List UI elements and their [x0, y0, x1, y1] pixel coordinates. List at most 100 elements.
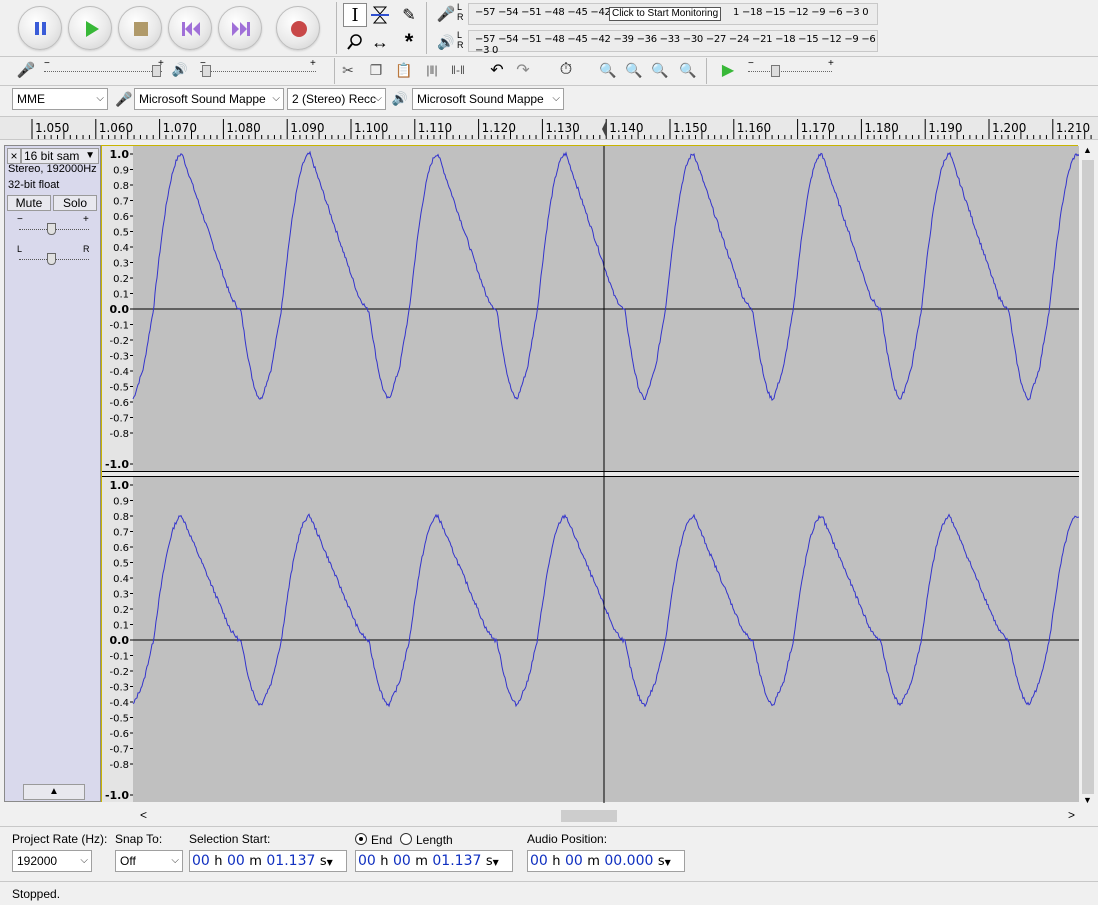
amplitude-label: -0.8: [109, 760, 129, 771]
trim-button[interactable]: |‖|: [420, 58, 444, 82]
amplitude-label: 0.9: [113, 497, 129, 508]
ruler-tick-label: 1.090: [290, 121, 325, 135]
selection-end-time[interactable]: 00 h 00 m 01.137 s▼: [355, 850, 513, 872]
fit-selection-button[interactable]: 🔍: [648, 58, 672, 82]
fit-project-button[interactable]: 🔍: [676, 58, 700, 82]
magnifier-icon: [347, 34, 362, 50]
speaker-icon: 🔊: [391, 91, 409, 106]
amplitude-label: 1.0: [110, 148, 130, 161]
slider-thumb[interactable]: [152, 65, 161, 77]
scroll-left-icon[interactable]: <: [140, 808, 147, 822]
recording-channels-select[interactable]: 2 (Stereo) Recc ⌵: [287, 88, 386, 110]
ruler-tick-label: 1.150: [673, 121, 708, 135]
amplitude-label: -0.1: [109, 321, 129, 332]
audio-host-select[interactable]: MME ⌵: [12, 88, 108, 110]
amplitude-label: 0.4: [113, 574, 129, 585]
chevron-down-icon: ⌵: [552, 93, 560, 104]
track-info-format: 32-bit float: [8, 179, 60, 191]
track-name-menu[interactable]: 16 bit sam ▼: [21, 148, 99, 164]
scroll-thumb-horizontal[interactable]: [561, 810, 617, 822]
redo-button[interactable]: ↷: [511, 58, 535, 82]
hours-unit: h: [214, 854, 223, 869]
pause-button[interactable]: [18, 6, 62, 50]
play-at-speed-button[interactable]: ▶: [716, 58, 740, 82]
ruler-tick-label: 1.140: [609, 121, 644, 135]
slider-thumb[interactable]: [202, 65, 211, 77]
play-button[interactable]: [68, 6, 112, 50]
zoom-tool[interactable]: [343, 30, 367, 54]
record-meter-mic[interactable]: 🎤: [434, 2, 458, 26]
recording-device-select[interactable]: Microsoft Sound Mappe ⌵: [134, 88, 284, 110]
collapse-track-button[interactable]: ▲: [23, 784, 85, 800]
track-control-panel[interactable]: × 16 bit sam ▼ Stereo, 192000Hz 32-bit f…: [4, 145, 101, 802]
pan-left-label: L: [17, 244, 23, 254]
solo-button[interactable]: Solo: [53, 195, 97, 211]
ruler-tick-label: 1.070: [162, 121, 197, 135]
playback-device-select[interactable]: Microsoft Sound Mappe ⌵: [412, 88, 564, 110]
multi-tool[interactable]: *: [397, 29, 421, 54]
amplitude-label: 1.0: [110, 479, 130, 492]
amplitude-label: 0.0: [110, 634, 130, 647]
horizontal-scrollbar[interactable]: < >: [138, 808, 1080, 824]
playback-volume-slider[interactable]: − +: [196, 58, 322, 80]
speaker-icon: 🔊: [171, 62, 189, 77]
mute-button[interactable]: Mute: [7, 195, 51, 211]
draw-tool[interactable]: ✎: [397, 3, 421, 27]
amplitude-label: -0.6: [109, 729, 129, 740]
sync-lock-button[interactable]: ⏱: [554, 58, 578, 82]
playback-meter-speaker[interactable]: 🔊: [434, 30, 458, 54]
ruler-tick-label: 1.130: [545, 121, 580, 135]
undo-button[interactable]: ↶: [485, 58, 509, 82]
play-speed-slider[interactable]: − +: [744, 58, 838, 80]
gain-slider-thumb[interactable]: [47, 223, 56, 235]
trim-audio-icon: |‖|: [426, 63, 438, 77]
selection-tool[interactable]: I: [343, 3, 367, 27]
recording-volume-slider[interactable]: − +: [40, 58, 166, 80]
record-meter[interactable]: −57 −54 −51 −48 −45 −42 − Click to Start…: [468, 3, 878, 25]
playback-volume-speaker: 🔊: [168, 58, 192, 82]
envelope-tool[interactable]: [368, 3, 392, 27]
scroll-down-icon[interactable]: ▼: [1083, 795, 1092, 805]
length-radio-label: Length: [416, 833, 453, 847]
record-icon: [291, 21, 307, 37]
playback-meter-scale: −57 −54 −51 −48 −45 −42 −39 −36 −33 −30 …: [475, 34, 876, 56]
amplitude-label: -0.5: [109, 714, 129, 725]
zoom-in-button[interactable]: 🔍: [596, 58, 620, 82]
skip-to-end-button[interactable]: [218, 6, 262, 50]
pan-slider[interactable]: L R: [17, 244, 91, 266]
timeline-ruler[interactable]: 1.050 1.060 1.070 1.080 1.090 1.100 1.110 1.120…: [0, 116, 1098, 140]
waveform-area[interactable]: 1.0 0.9 0.8 0.7 0.6 0.5 0.4 0.3 0.2 0.1 0.0 -0.1 -0.…: [101, 145, 1079, 803]
amplitude-label: 0.2: [113, 274, 129, 285]
cut-button[interactable]: ✂: [336, 58, 360, 82]
stop-icon: [134, 22, 148, 36]
skip-to-start-button[interactable]: [168, 6, 212, 50]
amplitude-label: -0.2: [109, 336, 129, 347]
slider-thumb[interactable]: [771, 65, 780, 77]
pan-slider-thumb[interactable]: [47, 253, 56, 265]
monitor-tooltip[interactable]: Click to Start Monitoring: [609, 7, 722, 21]
meter-channel-label: R: [457, 40, 464, 50]
paste-button[interactable]: 📋: [392, 58, 416, 82]
track-close-button[interactable]: ×: [7, 148, 21, 164]
scroll-up-icon[interactable]: ▲: [1083, 145, 1092, 155]
vertical-scrollbar[interactable]: ▲ ▼: [1080, 145, 1096, 807]
amplitude-label: 0.6: [113, 212, 129, 223]
scroll-thumb-vertical[interactable]: [1082, 160, 1094, 794]
skip-to-end-icon: [232, 22, 250, 36]
snap-to-value: Off: [120, 854, 136, 868]
playback-meter[interactable]: −57 −54 −51 −48 −45 −42 −39 −36 −33 −30 …: [468, 30, 878, 56]
record-button[interactable]: [276, 6, 320, 50]
stop-button[interactable]: [118, 6, 162, 50]
silence-button[interactable]: ‖-‖: [446, 58, 470, 82]
seconds-value: 00.000: [604, 853, 654, 869]
zoom-out-button[interactable]: 🔍: [622, 58, 646, 82]
project-rate-select[interactable]: 192000 ⌵: [12, 850, 92, 872]
copy-button[interactable]: ❐: [364, 58, 388, 82]
snap-to-select[interactable]: Off ⌵: [115, 850, 183, 872]
playhead-marker-icon: [602, 121, 606, 137]
time-shift-tool[interactable]: ↔: [368, 30, 392, 54]
gain-slider[interactable]: − +: [17, 214, 91, 236]
scroll-right-icon[interactable]: >: [1068, 808, 1075, 822]
audio-position-time[interactable]: 00 h 00 m 00.000 s▼: [527, 850, 685, 872]
selection-start-time[interactable]: 00 h 00 m 01.137 s▼: [189, 850, 347, 872]
